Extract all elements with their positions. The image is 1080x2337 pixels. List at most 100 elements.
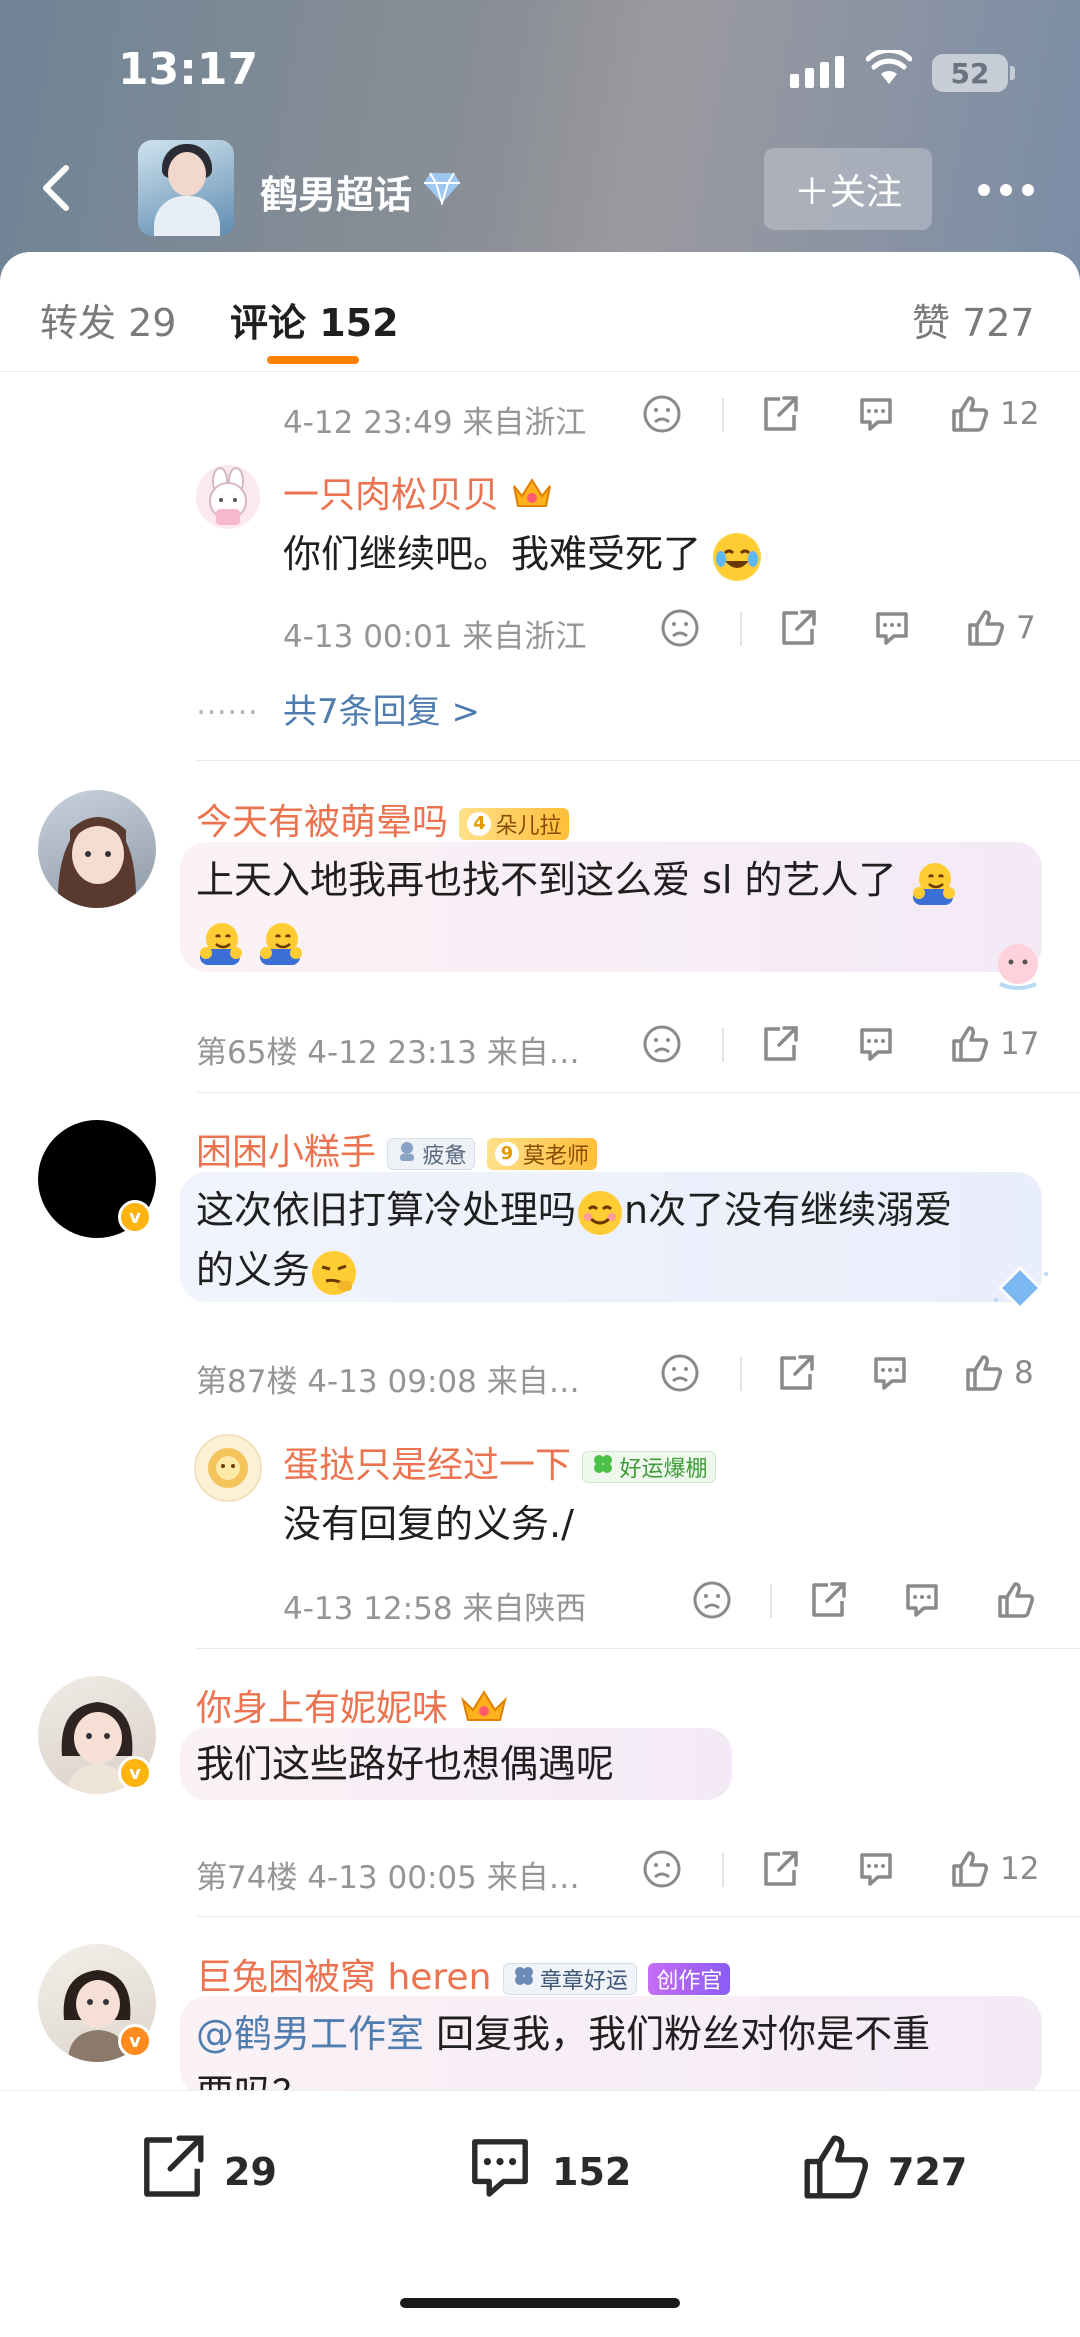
dislike-icon[interactable] xyxy=(642,1849,682,1889)
comment-nickname[interactable]: 巨兔困被窝 heren 章章好运 创作官 xyxy=(196,1948,731,2000)
like-button[interactable]: 17 xyxy=(950,1024,1039,1064)
thinking-emoji-icon xyxy=(310,1249,358,1297)
home-indicator xyxy=(400,2298,680,2308)
wifi-icon xyxy=(865,47,913,90)
dislike-icon[interactable] xyxy=(642,394,682,434)
comment-icon[interactable] xyxy=(856,1849,896,1889)
clover-icon xyxy=(512,1964,536,1994)
comment-icon[interactable] xyxy=(872,608,912,648)
tab-repost[interactable]: 转发 29 xyxy=(40,292,176,347)
more-replies-ellipsis: …… xyxy=(196,686,258,722)
dislike-icon[interactable] xyxy=(692,1580,732,1620)
verified-badge-icon: v xyxy=(118,1756,152,1790)
comment-divider xyxy=(196,760,1080,761)
comment-text: 上天入地我再也找不到这么爱 sl 的艺人了 xyxy=(196,850,1016,970)
battery-icon: 52 xyxy=(932,54,1008,92)
bottom-repost-button[interactable]: 29 xyxy=(136,2131,277,2212)
fan-level-name: 莫老师 xyxy=(522,1144,589,1169)
like-button[interactable]: 12 xyxy=(950,394,1039,434)
topic-title[interactable]: 鹤男超话 xyxy=(260,164,462,219)
comment-text-line2: 的义务 xyxy=(196,1248,311,1292)
crying-laughing-emoji-icon xyxy=(713,532,762,581)
bubble-sticker-icon xyxy=(990,1264,1050,1316)
smile-emoji-icon xyxy=(576,1189,624,1237)
repost-count: 29 xyxy=(224,2149,277,2194)
hug-emoji-icon xyxy=(196,919,244,967)
like-count: 8 xyxy=(1014,1355,1034,1391)
avatar[interactable] xyxy=(38,790,156,908)
nav-bar: 鹤男超话 ＋关注 xyxy=(0,140,1080,250)
status-badge: 疲惫 xyxy=(387,1138,476,1170)
topic-avatar[interactable] xyxy=(138,140,234,236)
battery-tip xyxy=(1010,66,1015,80)
comment-nickname-text: 你身上有妮妮味 xyxy=(196,1688,449,1729)
luck-badge: 章章好运 xyxy=(502,1963,637,1995)
comment-nickname[interactable]: 困困小糕手 疲惫 9 莫老师 xyxy=(196,1123,597,1175)
avatar[interactable] xyxy=(194,1434,262,1502)
reply-text: 没有回复的义务./ xyxy=(283,1502,574,1546)
comment-icon[interactable] xyxy=(856,394,896,434)
like-count: 17 xyxy=(1000,1026,1040,1062)
hug-emoji-icon xyxy=(256,919,304,967)
tab-like[interactable]: 赞 727 xyxy=(912,292,1035,347)
like-button[interactable] xyxy=(996,1580,1036,1620)
comment-nickname-text: 今天有被萌晕吗 xyxy=(196,802,449,843)
comment-text-content: 这次依旧打算冷处理吗 xyxy=(196,1188,577,1232)
repost-icon[interactable] xyxy=(760,394,800,434)
reply-nickname-text: 蛋挞只是经过一下 xyxy=(283,1445,572,1486)
like-button[interactable]: 8 xyxy=(964,1353,1034,1393)
bottom-like-button[interactable]: 727 xyxy=(800,2131,967,2212)
comment-meta: 第87楼 4-13 09:08 来自… xyxy=(196,1364,580,1400)
action-separator xyxy=(740,612,742,646)
like-button[interactable]: 12 xyxy=(950,1849,1039,1889)
repost-icon[interactable] xyxy=(808,1580,848,1620)
verified-badge-icon: v xyxy=(118,1200,152,1234)
reply-nickname[interactable]: 蛋挞只是经过一下 好运爆棚 xyxy=(283,1436,717,1488)
bottom-comment-button[interactable]: 152 xyxy=(464,2131,631,2212)
luck-badge-label: 好运爆棚 xyxy=(619,1457,708,1482)
comment-nickname-text: 巨兔困被窝 heren xyxy=(196,1957,492,1998)
reply-text: 你们继续吧。我难受死了 xyxy=(283,524,762,584)
tab-active-indicator xyxy=(267,356,359,364)
reply-nickname[interactable]: 一只肉松贝贝 xyxy=(283,466,554,521)
follow-button[interactable]: ＋关注 xyxy=(764,148,932,230)
action-separator xyxy=(722,1028,724,1062)
comment-nickname[interactable]: 你身上有妮妮味 xyxy=(196,1679,509,1735)
hug-emoji-icon xyxy=(909,859,957,907)
creator-badge-label: 创作官 xyxy=(656,1969,723,1994)
comment-icon[interactable] xyxy=(870,1353,910,1393)
tired-icon xyxy=(396,1140,418,1168)
like-button[interactable]: 7 xyxy=(966,608,1036,648)
more-replies-link[interactable]: 共7条回复 > xyxy=(283,684,480,733)
dislike-icon[interactable] xyxy=(642,1024,682,1064)
dislike-icon[interactable] xyxy=(660,608,700,648)
action-separator xyxy=(740,1357,742,1391)
mention-link[interactable]: @鹤男工作室 xyxy=(196,2012,424,2056)
more-options-icon[interactable] xyxy=(978,184,1034,196)
reply-nickname-text: 一只肉松贝贝 xyxy=(283,475,500,516)
clover-icon xyxy=(591,1452,615,1482)
topic-title-text: 鹤男超话 xyxy=(260,173,413,217)
tab-comment[interactable]: 评论 152 xyxy=(230,292,399,347)
status-time: 13:17 xyxy=(118,44,259,95)
back-arrow-icon[interactable] xyxy=(30,160,86,216)
repost-icon[interactable] xyxy=(776,1353,816,1393)
comment-nickname[interactable]: 今天有被萌晕吗 4 朵儿拉 xyxy=(196,793,570,845)
comment-icon[interactable] xyxy=(856,1024,896,1064)
comment-text-content: 上天入地我再也找不到这么爱 sl 的艺人了 xyxy=(196,858,897,902)
repost-icon[interactable] xyxy=(778,608,818,648)
verified-badge-icon: v xyxy=(118,2024,152,2058)
comment-count: 152 xyxy=(552,2149,632,2194)
fan-level-number: 9 xyxy=(494,1142,519,1166)
diamond-badge-icon xyxy=(422,170,462,214)
comment-icon[interactable] xyxy=(902,1580,942,1620)
comment-meta: 4-12 23:49 来自浙江 xyxy=(283,405,587,441)
repost-icon[interactable] xyxy=(760,1849,800,1889)
crown-badge-icon xyxy=(510,474,554,521)
repost-icon[interactable] xyxy=(760,1024,800,1064)
fan-level-badge: 9 莫老师 xyxy=(486,1138,597,1170)
comment-text: 这次依旧打算冷处理吗 n次了没有继续溺爱 的义务 xyxy=(196,1180,1036,1300)
avatar[interactable] xyxy=(196,465,260,529)
fan-level-badge: 4 朵儿拉 xyxy=(459,808,570,840)
dislike-icon[interactable] xyxy=(660,1353,700,1393)
